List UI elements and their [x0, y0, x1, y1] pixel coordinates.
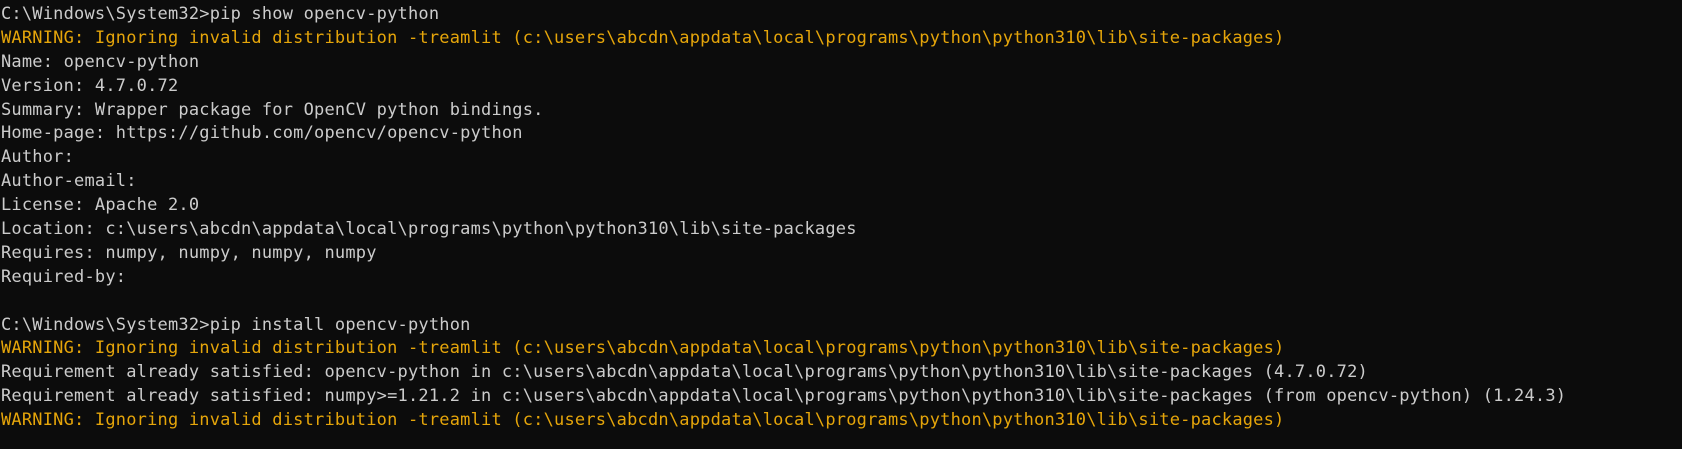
warning-line: WARNING: Ignoring invalid distribution -…: [1, 27, 1285, 48]
output-line-author: Author:: [1, 147, 75, 168]
output-line-required-by: Required-by:: [1, 266, 127, 287]
output-line-home-page: Home-page: https://github.com/opencv/ope…: [1, 123, 523, 144]
warning-line: WARNING: Ignoring invalid distribution -…: [1, 410, 1285, 431]
output-line-requirement: Requirement already satisfied: opencv-py…: [1, 362, 1368, 383]
prompt-command-line: C:\Windows\System32>pip install opencv-p…: [1, 314, 471, 335]
output-line-version: Version: 4.7.0.72: [1, 75, 179, 96]
terminal-output[interactable]: C:\Windows\System32>pip show opencv-pyth…: [0, 0, 1682, 449]
output-line-license: License: Apache 2.0: [1, 195, 200, 216]
output-line-location: Location: c:\users\abcdn\appdata\local\p…: [1, 219, 857, 240]
output-line-requirement: Requirement already satisfied: numpy>=1.…: [1, 386, 1567, 407]
output-line-name: Name: opencv-python: [1, 51, 200, 72]
output-line-requires: Requires: numpy, numpy, numpy, numpy: [1, 242, 377, 263]
output-line-author-email: Author-email:: [1, 171, 137, 192]
prompt-command-line: C:\Windows\System32>pip show opencv-pyth…: [1, 4, 440, 24]
warning-line: WARNING: Ignoring invalid distribution -…: [1, 338, 1285, 359]
output-line-summary: Summary: Wrapper package for OpenCV pyth…: [1, 99, 544, 120]
